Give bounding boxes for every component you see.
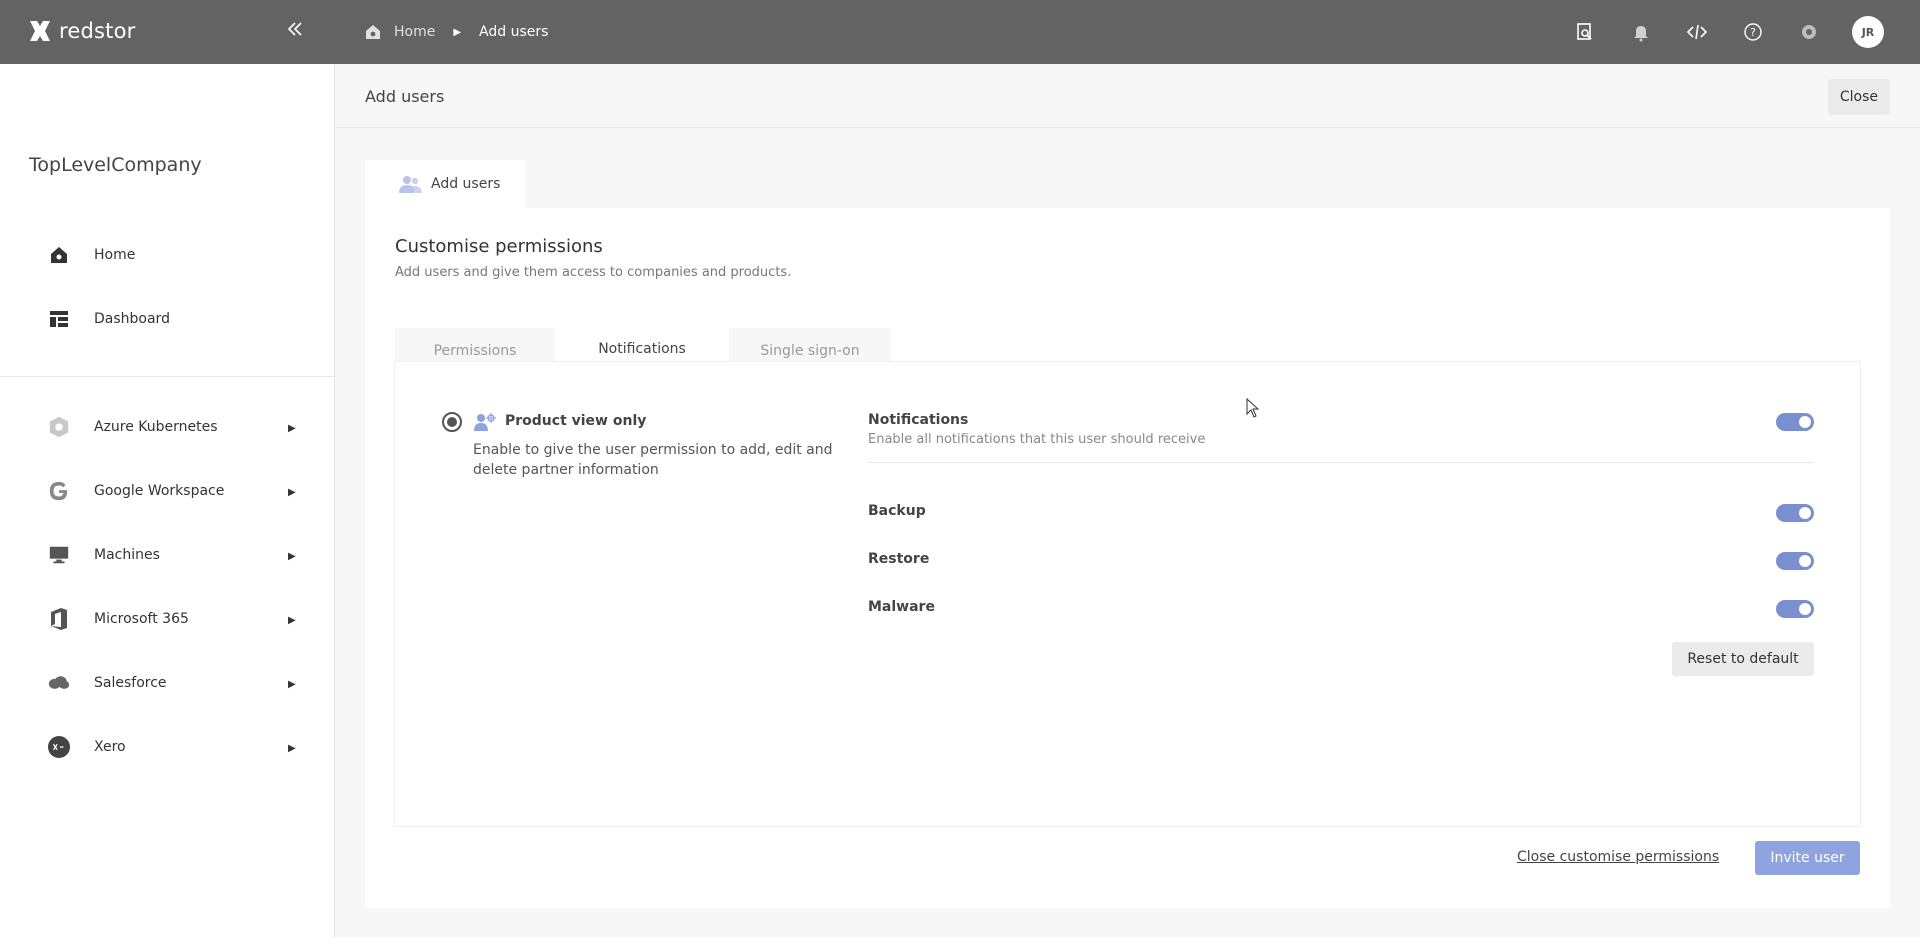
restore-toggle[interactable] — [1776, 552, 1814, 570]
sidebar-divider — [0, 376, 335, 377]
sidebar-item-machines[interactable]: Machines — [48, 544, 160, 566]
close-button[interactable]: Close — [1827, 79, 1890, 115]
sidebar-item-google-workspace[interactable]: Google Workspace — [48, 480, 224, 502]
product-view-only-radio[interactable] — [442, 412, 462, 432]
dashboard-icon — [48, 308, 70, 330]
invite-user-button[interactable]: Invite user — [1755, 841, 1860, 875]
xero-icon — [48, 736, 70, 758]
svg-text:?: ? — [1750, 26, 1756, 39]
home-icon — [48, 244, 70, 266]
sidebar-item-label: Machines — [94, 547, 160, 563]
sidebar-item-home[interactable]: Home — [48, 244, 135, 266]
backup-label: Backup — [868, 503, 926, 519]
logo-text: redstor — [59, 19, 136, 43]
tab-label: Add users — [431, 176, 501, 192]
sidebar-item-label: Home — [94, 247, 136, 263]
breadcrumb-current: Add users — [479, 24, 549, 40]
sidebar-item-microsoft-365[interactable]: Microsoft 365 — [48, 608, 189, 630]
breadcrumb-home[interactable]: Home — [394, 24, 435, 40]
toggle-knob — [1799, 507, 1811, 519]
malware-label: Malware — [868, 599, 935, 615]
breadcrumb-separator-icon: ▶ — [453, 26, 462, 38]
sidebar-item-label: Azure Kubernetes — [94, 419, 218, 435]
gear-icon[interactable] — [1796, 19, 1822, 45]
close-customise-permissions-link[interactable]: Close customise permissions — [1517, 849, 1719, 865]
toggle-knob — [1799, 555, 1811, 567]
sidebar-item-label: Microsoft 365 — [94, 611, 189, 627]
chevron-right-icon[interactable]: ▶ — [288, 615, 296, 626]
notifications-toggle[interactable] — [1776, 413, 1814, 431]
toggle-knob — [1799, 603, 1811, 615]
malware-toggle[interactable] — [1776, 600, 1814, 618]
restore-label: Restore — [868, 551, 930, 567]
role-title: Product view only — [505, 413, 647, 429]
top-icons: ? JR — [1572, 0, 1884, 64]
kubernetes-icon — [48, 416, 70, 438]
chevron-right-icon[interactable]: ▶ — [288, 679, 296, 690]
sidebar: TopLevelCompany Home Dashboard Azure Kub… — [0, 64, 335, 937]
notifications-title: Notifications — [868, 412, 969, 428]
page-title: Add users — [365, 87, 445, 106]
sidebar-item-azure-kubernetes[interactable]: Azure Kubernetes — [48, 416, 218, 438]
help-icon[interactable]: ? — [1740, 19, 1766, 45]
sidebar-item-dashboard[interactable]: Dashboard — [48, 308, 170, 330]
role-description: Enable to give the user permission to ad… — [473, 442, 833, 478]
search-document-icon[interactable] — [1572, 19, 1598, 45]
chevron-right-icon[interactable]: ▶ — [288, 487, 296, 498]
chevron-right-icon[interactable]: ▶ — [288, 423, 296, 434]
home-icon — [366, 25, 380, 39]
chevron-right-icon[interactable]: ▶ — [288, 743, 296, 754]
notifications-description: Enable all notifications that this user … — [868, 432, 1206, 447]
sidebar-item-label: Xero — [94, 739, 126, 755]
sidebar-item-label: Google Workspace — [94, 483, 225, 499]
notifications-divider — [868, 462, 1814, 463]
users-icon — [399, 176, 422, 193]
page-header: Add users Close — [335, 64, 1920, 128]
monitor-icon — [48, 544, 70, 566]
notifications-panel: Product view only Enable to give the use… — [395, 362, 1860, 826]
company-name: TopLevelCompany — [29, 154, 202, 176]
sidebar-item-label: Salesforce — [94, 675, 167, 691]
reset-to-default-button[interactable]: Reset to default — [1672, 642, 1814, 676]
mouse-cursor-icon — [1246, 398, 1260, 418]
collapse-sidebar-icon[interactable] — [286, 20, 304, 43]
sidebar-item-label: Dashboard — [94, 311, 170, 327]
salesforce-icon — [48, 672, 70, 694]
tab-add-users[interactable]: Add users — [365, 160, 525, 208]
user-admin-icon — [474, 413, 496, 431]
backup-toggle[interactable] — [1776, 504, 1814, 522]
section-subtitle: Add users and give them access to compan… — [395, 265, 792, 280]
google-icon — [48, 480, 70, 502]
sidebar-item-salesforce[interactable]: Salesforce — [48, 672, 167, 694]
section-title: Customise permissions — [395, 236, 603, 257]
sidebar-item-xero[interactable]: Xero — [48, 736, 126, 758]
code-icon[interactable] — [1684, 19, 1710, 45]
redstor-logo-icon — [30, 21, 50, 41]
customise-permissions-card: Customise permissions Add users and give… — [365, 208, 1890, 908]
bell-icon[interactable] — [1628, 19, 1654, 45]
toggle-knob — [1799, 416, 1811, 428]
logo[interactable]: redstor — [27, 18, 135, 44]
breadcrumb: Home ▶ Add users — [364, 0, 548, 64]
top-bar: redstor Home ▶ Add users ? JR — [0, 0, 1920, 64]
radio-selected-dot — [447, 417, 457, 427]
avatar[interactable]: JR — [1852, 16, 1884, 48]
chevron-right-icon[interactable]: ▶ — [288, 551, 296, 562]
office-icon — [48, 608, 70, 630]
